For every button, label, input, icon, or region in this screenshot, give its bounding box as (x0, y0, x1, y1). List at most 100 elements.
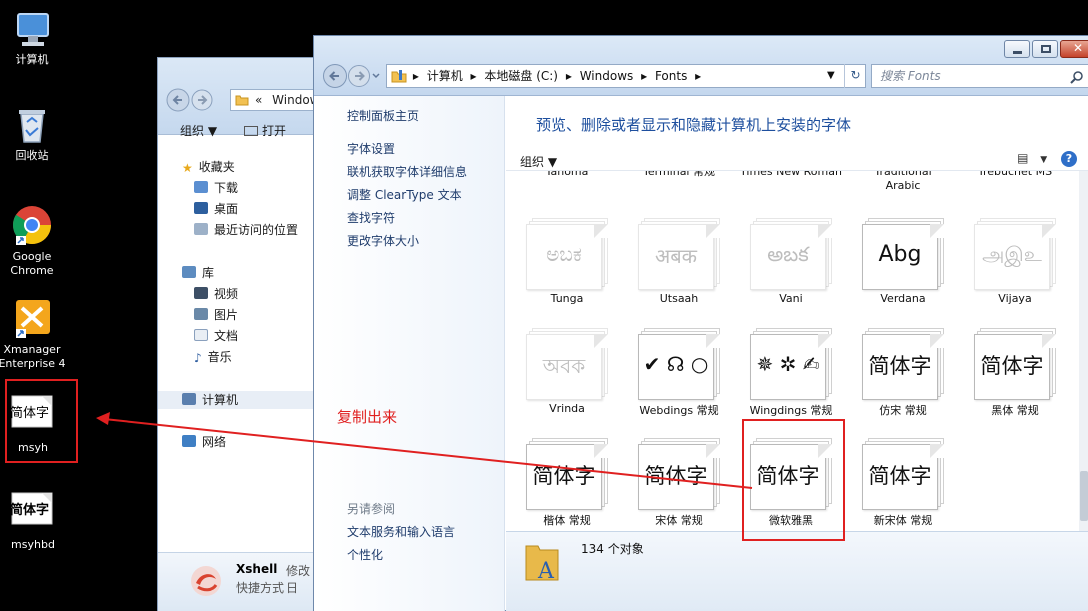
personalize-link[interactable]: 个性化 (347, 547, 383, 563)
minimize-button[interactable] (1004, 40, 1030, 58)
close-button[interactable]: ✕ (1060, 40, 1088, 58)
breadcrumb-separator: ▸ (412, 69, 419, 83)
cp-home-link[interactable]: 控制面板主页 (347, 108, 419, 124)
desktop-icon-msyhbd[interactable]: 简体字 msyhbd (0, 492, 73, 552)
font-tile[interactable]: அஇஉ Vijaya (960, 200, 1070, 310)
font-tile-name[interactable]: Times New Roman (736, 171, 846, 179)
breadcrumb-drive-c[interactable]: 本地磁盘 (C:) (484, 69, 558, 83)
nav-computer[interactable]: 计算机 (158, 391, 316, 409)
change-font-size-link[interactable]: 更改字体大小 (347, 233, 419, 249)
address-bar[interactable]: ▸ 计算机 ▸ 本地磁盘 (C:) ▸ Windows ▸ Fonts ▸ ▼ (386, 64, 866, 88)
cleartype-link[interactable]: 调整 ClearType 文本 (347, 187, 462, 203)
font-sample: 简体字 (980, 354, 1044, 378)
font-tile-name: 新宋体 常规 (873, 514, 933, 527)
star-icon: ★ (182, 161, 193, 175)
font-sample: অবক (542, 354, 586, 378)
fonts-window[interactable]: ✕ ▸ 计算机 ▸ 本地磁盘 (C:) ▸ Windows ▸ Fonts ▸ … (313, 35, 1088, 611)
find-character-link[interactable]: 查找字符 (347, 210, 395, 226)
nav-network[interactable]: 网络 (182, 433, 226, 451)
font-tile-name[interactable]: Tahoma (512, 171, 622, 179)
maximize-button[interactable] (1032, 40, 1058, 58)
font-tile-name: Utsaah (659, 292, 699, 305)
nav-favorites[interactable]: ★ 收藏夹 (182, 158, 235, 176)
pictures-icon (194, 308, 208, 320)
nav-downloads[interactable]: 下载 (194, 179, 238, 197)
font-sample: 简体字 (532, 464, 596, 488)
breadcrumb-windows[interactable]: Windows (580, 69, 634, 83)
nav-label: 文档 (214, 329, 239, 343)
nav-libraries[interactable]: 库 (182, 264, 214, 282)
scrollbar-thumb[interactable] (1080, 471, 1088, 521)
font-tile[interactable]: అబక Vani (736, 200, 846, 310)
refresh-button[interactable]: ↻ (844, 64, 866, 88)
font-tile[interactable]: 简体字 宋体 常规 (624, 420, 734, 530)
desktop-icon-label: 回收站 (15, 149, 49, 162)
page-fold (818, 334, 832, 348)
nav-music[interactable]: ♪ 音乐 (194, 348, 232, 366)
font-tile-name[interactable]: Trebuchet MS (960, 171, 1070, 179)
view-icon[interactable]: ▤ (1017, 151, 1028, 165)
font-file-icon: 简体字 (974, 328, 1058, 400)
music-icon: ♪ (194, 351, 202, 365)
window-titlebar[interactable]: ✕ ▸ 计算机 ▸ 本地磁盘 (C:) ▸ Windows ▸ Fonts ▸ … (314, 36, 1088, 96)
open-button[interactable]: 打开 (244, 122, 286, 139)
nav-videos[interactable]: 视频 (194, 285, 238, 303)
fonts-folder-icon: A (525, 545, 559, 584)
font-tile-name[interactable]: Terminal 常规 (624, 171, 734, 179)
page-fold (706, 334, 720, 348)
highlight-box-msyh (5, 379, 78, 463)
desktop-icon-label: Google Chrome (10, 250, 54, 277)
font-tile[interactable]: 简体字 新宋体 常规 (848, 420, 958, 530)
font-tile[interactable]: Abg Verdana (848, 200, 958, 310)
vertical-scrollbar[interactable] (1079, 171, 1088, 531)
desktop: 计算机 回收站 Google Chrome Xmanager Enterpris… (0, 0, 1088, 611)
organize-button[interactable]: 组织 ▼ (520, 153, 557, 170)
desktop-icon-computer[interactable]: 计算机 (0, 10, 72, 67)
font-tile[interactable]: ✔ ☊ ○ Webdings 常规 (624, 310, 734, 420)
desktop-icon-chrome[interactable]: Google Chrome (0, 203, 72, 278)
desktop-icon-xmanager[interactable]: Xmanager Enterprise 4 (0, 296, 72, 371)
nav-pictures[interactable]: 图片 (194, 306, 238, 324)
nav-label: 视频 (214, 287, 239, 301)
nav-desktop[interactable]: 桌面 (194, 200, 238, 218)
font-tile-name: Vijaya (998, 292, 1032, 305)
font-tile[interactable]: 简体字 黑体 常规 (960, 310, 1070, 420)
search-input[interactable]: 搜索 Fonts (871, 64, 1088, 88)
font-tile[interactable]: ಅಬಕ Tunga (512, 200, 622, 310)
minimize-icon (1013, 51, 1022, 54)
desktop-icon-label: 计算机 (15, 53, 49, 66)
view-dropdown-icon[interactable]: ▼ (1040, 155, 1047, 165)
object-count: 134 个对象 (581, 542, 644, 556)
font-sample: அஇஉ (982, 242, 1042, 266)
font-file-icon: 简体字 (526, 438, 610, 510)
xmanager-icon (16, 300, 50, 338)
text-services-link[interactable]: 文本服务和输入语言 (347, 524, 455, 540)
font-tile-name[interactable]: Traditional Arabic (858, 171, 948, 193)
nav-documents[interactable]: 文档 (194, 327, 238, 345)
font-sample: अबक (654, 244, 698, 268)
font-tile[interactable]: ✵ ✲ ✍ Wingdings 常规 (736, 310, 846, 420)
highlight-box-yahei (742, 419, 845, 541)
breadcrumb-computer[interactable]: 计算机 (427, 69, 463, 83)
font-settings-link[interactable]: 字体设置 (347, 141, 395, 157)
page-fold (818, 224, 832, 238)
online-font-info-link[interactable]: 联机获取字体详细信息 (347, 164, 467, 180)
address-dropdown-icon[interactable]: ▼ (827, 65, 835, 87)
search-icon (1070, 71, 1083, 84)
page-fold (930, 224, 944, 238)
desktop-icon-recycle[interactable]: 回收站 (0, 104, 72, 163)
font-tile[interactable]: 简体字 仿宋 常规 (848, 310, 958, 420)
page-fold (930, 444, 944, 458)
navigation-pane: ★ 收藏夹 下载 桌面 最近访问的位置 库 视频 图片 文档 ♪ 音乐 计算机 网络 (158, 144, 316, 554)
breadcrumb-fonts[interactable]: Fonts (655, 69, 687, 83)
font-tile[interactable]: অবক Vrinda (512, 310, 622, 420)
nav-recent[interactable]: 最近访问的位置 (194, 221, 298, 239)
font-file-icon: அஇஉ (974, 218, 1058, 290)
details-type: 快捷方式 (236, 581, 285, 595)
help-icon[interactable]: ? (1061, 151, 1077, 167)
nav-label: 计算机 (202, 393, 239, 407)
font-tile[interactable]: 简体字 楷体 常规 (512, 420, 622, 530)
font-tile[interactable]: अबक Utsaah (624, 200, 734, 310)
organize-button[interactable]: 组织 ▼ (180, 122, 217, 139)
library-icon (182, 266, 196, 278)
